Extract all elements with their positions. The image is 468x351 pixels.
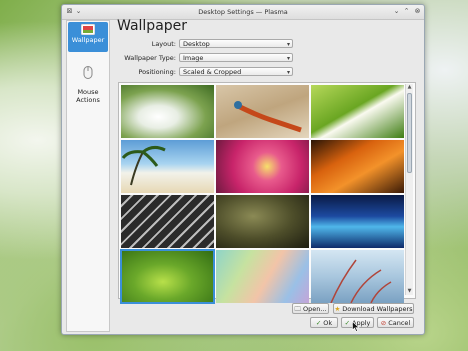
wallpaper-thumb-palm-beach[interactable] [121,140,214,193]
wallpaper-thumb-green-bokeh-leaves[interactable] [120,249,215,304]
lizard-image [234,101,302,133]
layout-label: Layout: [151,40,176,48]
wallpaper-type-value: Image [183,54,204,62]
open-button[interactable]: 🗀 Open... [292,303,329,314]
cancel-label: Cancel [388,319,411,327]
desktop-settings-window: ⊠ ⌄ Desktop Settings — Plasma ⌄ ⌃ ⊗ Wall… [61,4,425,335]
scroll-thumb[interactable] [407,93,412,173]
wallpaper-thumb-white-flower[interactable] [121,85,214,138]
wallpaper-type-label: Wallpaper Type: [124,54,176,62]
maximize-icon[interactable]: ⌃ [402,7,411,16]
star-icon: ★ [334,305,341,313]
close-icon[interactable]: ⊗ [413,7,422,16]
wallpaper-grid-scrollbar[interactable]: ▲ ▼ [405,84,413,295]
wallpaper-grid [118,82,416,304]
wallpaper-thumb-blue-aurora[interactable] [311,195,404,248]
wallpaper-thumb-lizard-on-sand[interactable] [216,85,309,138]
cancel-icon: ⊘ [380,319,387,327]
settings-sidebar: Wallpaper Mouse Actions [66,20,110,332]
layout-value: Desktop [183,40,210,48]
wallpaper-thumb-frosty-grass[interactable] [311,250,404,303]
palm-image [121,145,166,186]
page-title: Wallpaper [117,18,188,34]
chevron-down-icon: ▾ [286,41,290,48]
minimize-icon[interactable]: ⌄ [392,7,401,16]
ok-label: Ok [323,319,333,327]
positioning-combo[interactable]: Scaled & Cropped ▾ [179,67,293,76]
wallpaper-thumb-abstract-pastel[interactable] [216,250,309,303]
mouse-cursor-icon [352,321,360,332]
download-wallpapers-button[interactable]: ★ Download Wallpapers [333,303,414,314]
chevron-down-icon: ▾ [286,69,290,76]
folder-icon: 🗀 [294,305,301,313]
check-icon: ✓ [344,319,351,327]
ok-button[interactable]: ✓ Ok [310,317,338,328]
wallpaper-icon [81,24,95,35]
scroll-up-icon[interactable]: ▲ [406,84,413,91]
download-label: Download Wallpapers [342,305,413,313]
positioning-value: Scaled & Cropped [183,68,242,76]
window-title: Desktop Settings — Plasma [198,8,288,16]
wallpaper-thumb-orange-leaf-macro[interactable] [311,140,404,193]
positioning-label: Positioning: [138,68,176,76]
open-label: Open... [302,305,327,313]
wallpaper-thumb-dewy-leaf[interactable] [216,195,309,248]
scroll-down-icon[interactable]: ▼ [406,288,413,295]
sidebar-item-wallpaper[interactable]: Wallpaper [68,22,108,52]
check-icon: ✓ [315,319,322,327]
chevron-down-icon: ▾ [286,55,290,62]
mouse-icon [83,66,93,79]
wallpaper-thumb-green-leaf-curve[interactable] [311,85,404,138]
sidebar-item-label: Mouse Actions [76,88,100,104]
sidebar-item-label: Wallpaper [71,36,105,44]
wallpaper-thumb-pink-flower-petals[interactable] [216,140,309,193]
wallpaper-thumb-keyboard-keys[interactable] [121,195,214,248]
layout-combo[interactable]: Desktop ▾ [179,39,293,48]
sidebar-item-mouse-actions[interactable]: Mouse Actions [68,56,108,104]
cancel-button[interactable]: ⊘ Cancel [377,317,414,328]
wallpaper-type-combo[interactable]: Image ▾ [179,53,293,62]
grass-image [330,259,392,303]
